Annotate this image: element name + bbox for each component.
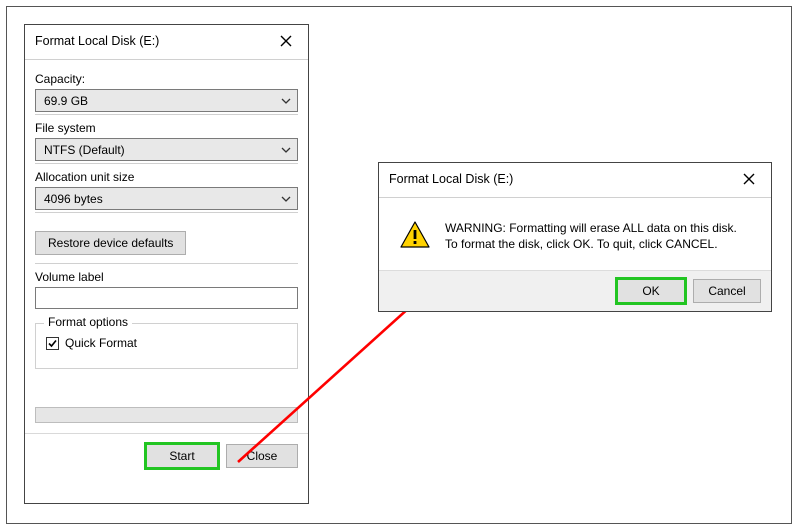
- format-dialog-footer: Start Close: [25, 434, 308, 468]
- section-separator: [35, 263, 298, 264]
- close-icon[interactable]: [272, 31, 300, 51]
- format-options-group: Format options Quick Format: [35, 323, 298, 369]
- capacity-label: Capacity:: [35, 72, 298, 86]
- confirm-message-line2: To format the disk, click OK. To quit, c…: [445, 236, 737, 252]
- capacity-value: 69.9 GB: [44, 94, 88, 108]
- confirm-dialog-title: Format Local Disk (E:): [389, 172, 513, 186]
- section-separator: [35, 114, 298, 115]
- volume-label-input[interactable]: [35, 287, 298, 309]
- allocation-combobox[interactable]: 4096 bytes: [35, 187, 298, 210]
- close-icon[interactable]: [735, 169, 763, 189]
- close-button[interactable]: Close: [226, 444, 298, 468]
- filesystem-value: NTFS (Default): [44, 143, 125, 157]
- format-dialog: Format Local Disk (E:) Capacity: 69.9 GB…: [24, 24, 309, 504]
- section-separator: [35, 163, 298, 164]
- confirm-message-line1: WARNING: Formatting will erase ALL data …: [445, 220, 737, 236]
- chevron-down-icon: [281, 98, 291, 104]
- warning-icon: [399, 220, 431, 250]
- quick-format-checkbox[interactable]: [46, 337, 59, 350]
- quick-format-row[interactable]: Quick Format: [46, 336, 287, 350]
- cancel-button[interactable]: Cancel: [693, 279, 761, 303]
- allocation-label: Allocation unit size: [35, 170, 298, 184]
- format-progress-bar: [35, 407, 298, 423]
- format-dialog-title: Format Local Disk (E:): [35, 34, 159, 48]
- volume-label-label: Volume label: [35, 270, 298, 284]
- filesystem-combobox[interactable]: NTFS (Default): [35, 138, 298, 161]
- section-separator: [35, 212, 298, 213]
- quick-format-label: Quick Format: [65, 336, 137, 350]
- confirm-dialog: Format Local Disk (E:) WARNING: Formatti…: [378, 162, 772, 312]
- confirm-message: WARNING: Formatting will erase ALL data …: [445, 220, 737, 252]
- confirm-dialog-body: WARNING: Formatting will erase ALL data …: [379, 202, 771, 270]
- filesystem-label: File system: [35, 121, 298, 135]
- confirm-dialog-titlebar: Format Local Disk (E:): [379, 163, 771, 195]
- ok-button[interactable]: OK: [617, 279, 685, 303]
- titlebar-separator: [379, 197, 771, 198]
- chevron-down-icon: [281, 196, 291, 202]
- allocation-value: 4096 bytes: [44, 192, 103, 206]
- start-button[interactable]: Start: [146, 444, 218, 468]
- confirm-dialog-footer: OK Cancel: [379, 270, 771, 311]
- format-options-title: Format options: [44, 315, 132, 329]
- chevron-down-icon: [281, 147, 291, 153]
- titlebar-separator: [25, 59, 308, 60]
- restore-defaults-button[interactable]: Restore device defaults: [35, 231, 186, 255]
- format-dialog-titlebar: Format Local Disk (E:): [25, 25, 308, 57]
- capacity-combobox[interactable]: 69.9 GB: [35, 89, 298, 112]
